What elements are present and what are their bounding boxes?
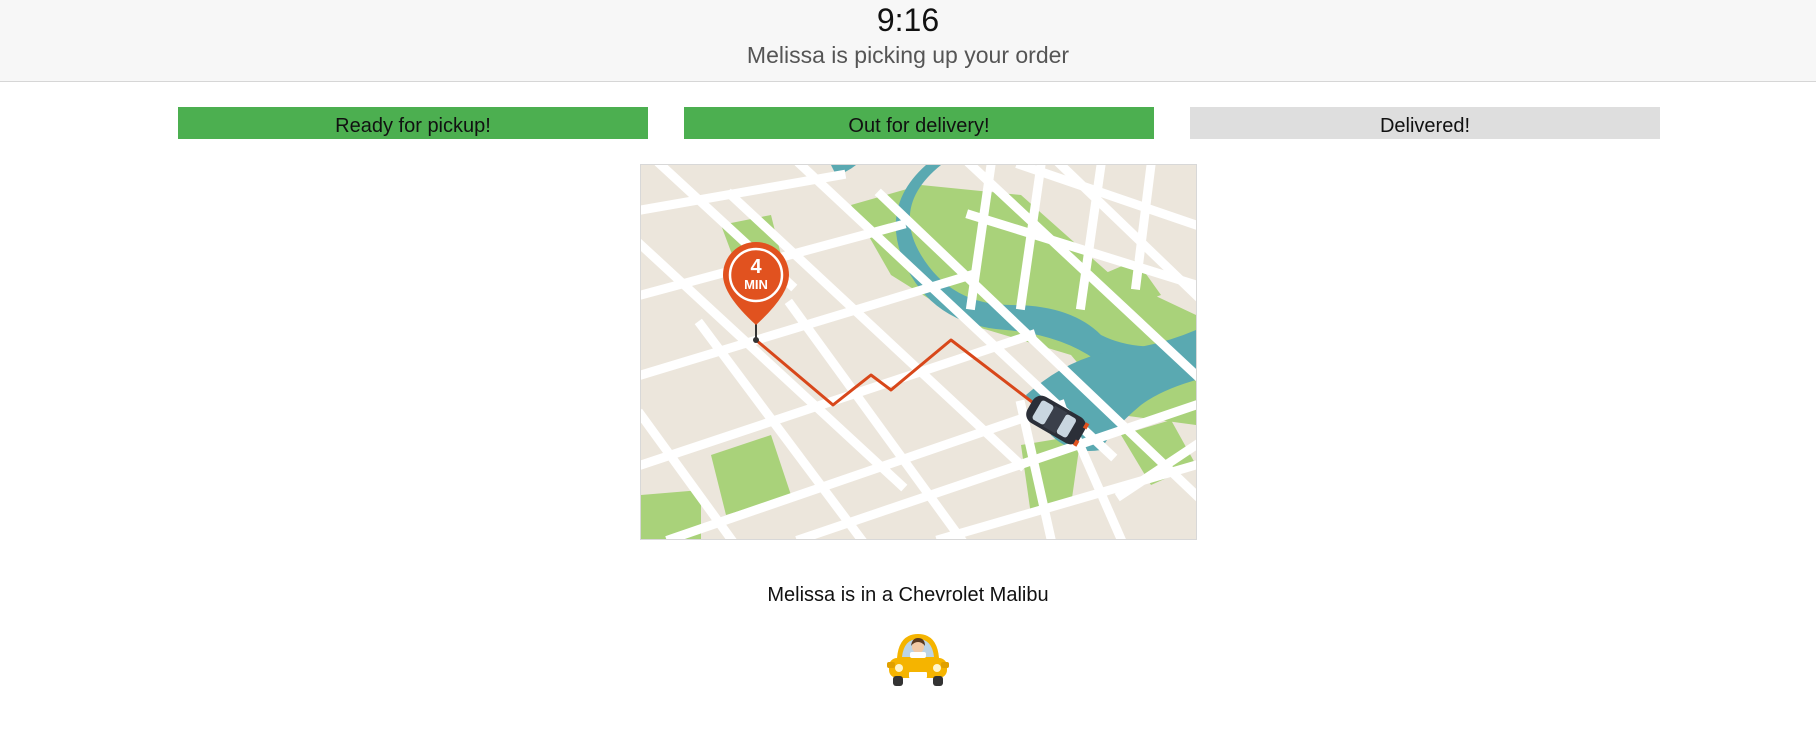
- delivery-map[interactable]: 4 MIN: [640, 164, 1197, 540]
- driver-in-car-icon: [885, 628, 951, 690]
- order-time: 9:16: [876, 2, 940, 38]
- step-label: Ready for pickup!: [335, 115, 491, 137]
- order-status-text: Melissa is picking up your order: [746, 42, 1070, 68]
- step-out-for-delivery: Out for delivery!: [684, 107, 1154, 139]
- status-header: 9:16 Melissa is picking up your order: [0, 0, 1816, 82]
- delivery-progress: Ready for pickup! Out for delivery! Deli…: [0, 107, 1816, 139]
- step-delivered: Delivered!: [1190, 107, 1660, 139]
- vehicle-description: Melissa is in a Chevrolet Malibu: [767, 584, 1049, 606]
- step-label: Out for delivery!: [848, 115, 990, 137]
- eta-number: 4: [750, 256, 762, 278]
- eta-unit: MIN: [744, 277, 768, 292]
- step-ready-for-pickup: Ready for pickup!: [178, 107, 648, 139]
- step-label: Delivered!: [1379, 115, 1471, 137]
